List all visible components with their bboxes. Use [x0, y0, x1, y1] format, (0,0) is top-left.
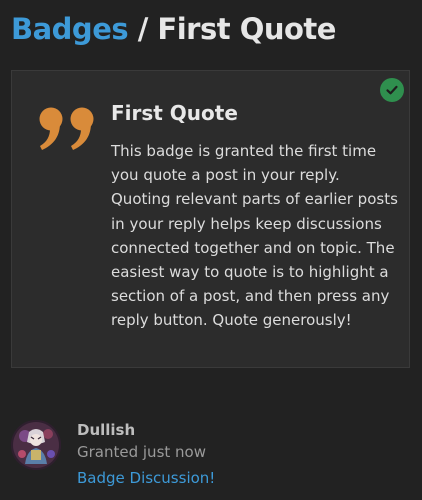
- badge-description: This badge is granted the first time you…: [111, 142, 398, 330]
- badge-discussion-link[interactable]: Badge Discussion!: [77, 469, 215, 487]
- badge-title: First Quote: [111, 101, 238, 125]
- username[interactable]: Dullish: [77, 421, 135, 439]
- badge-card: First Quote This badge is granted the fi…: [11, 70, 410, 368]
- breadcrumb-badges-link[interactable]: Badges: [11, 12, 129, 46]
- badge-recipient: Dullish Granted just now Badge Discussio…: [11, 418, 411, 498]
- breadcrumb-separator: /: [128, 12, 158, 46]
- granted-time: Granted just now: [77, 443, 206, 461]
- breadcrumb-current: First Quote: [157, 12, 336, 46]
- check-icon: [380, 78, 404, 102]
- user-avatar[interactable]: [11, 420, 61, 470]
- page-title: Badges / First Quote: [11, 12, 336, 46]
- quote-icon: [39, 107, 94, 150]
